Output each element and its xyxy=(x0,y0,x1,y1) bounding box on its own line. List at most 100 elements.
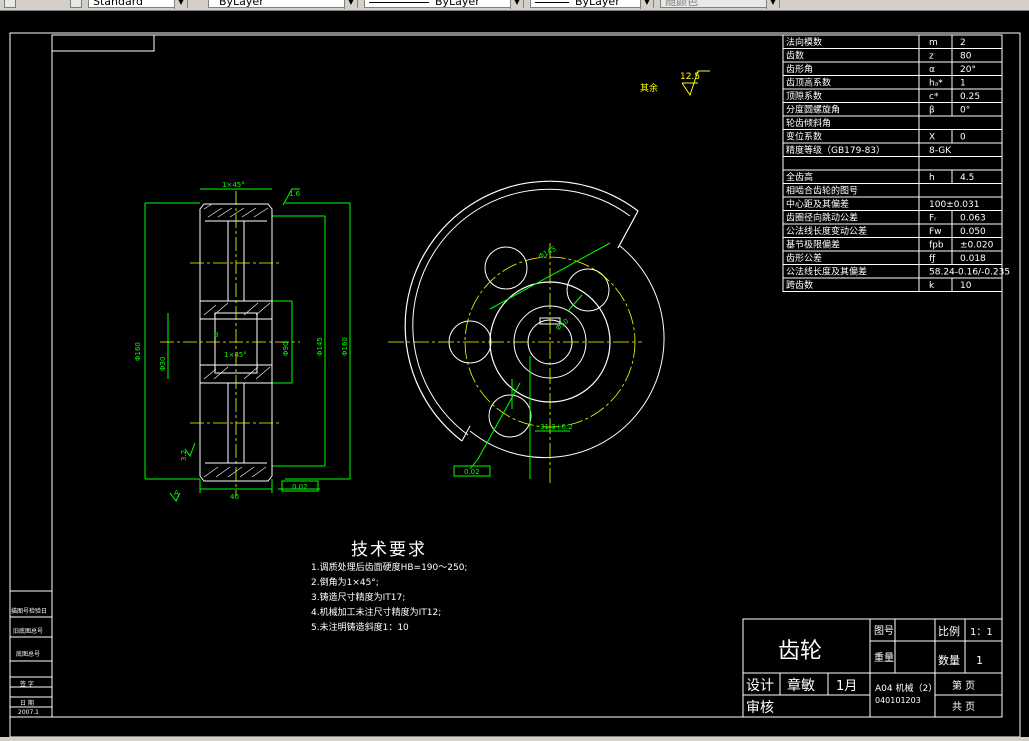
linetype-select[interactable]: ByLayer ▼ xyxy=(364,0,524,9)
properties-toolbar: Standard ▼ ByLayer ▼ ByLayer ▼ ByLayer ▼… xyxy=(0,0,1029,11)
designer-label: 设计 xyxy=(746,678,774,694)
datum-a-label: A xyxy=(174,489,179,497)
sidebar-year: 2007.1 xyxy=(18,709,39,716)
param-value: 100±0.031 xyxy=(929,200,979,210)
corner-box xyxy=(51,34,155,52)
param-symbol: β xyxy=(929,106,935,116)
param-label: 法向模数 xyxy=(786,36,822,48)
param-symbol: X xyxy=(929,133,935,143)
weight-label: 重量 xyxy=(874,651,894,664)
color-select[interactable]: 随颜色 ▼ xyxy=(660,0,780,9)
pitch-diameter-label: Φ145 xyxy=(316,337,324,356)
param-symbol: hₐ* xyxy=(929,79,943,89)
sidebar-drawing-label: 底图总号 xyxy=(16,650,40,658)
sidebar-date-label: 日 期 xyxy=(20,699,34,707)
part-name: 齿轮 xyxy=(778,639,822,664)
status-strip xyxy=(0,737,1029,741)
param-value: 80 xyxy=(960,52,972,62)
param-symbol: z xyxy=(929,52,934,62)
designer-name: 章敏 xyxy=(787,677,815,694)
sidebar-table: 描图号检验日 旧底图总号 底图总号 签 字 日 期 2007.1 xyxy=(9,590,53,718)
param-label: 齿数 xyxy=(786,50,804,62)
tech-requirement-item: 4.机械加工未注尺寸精度为IT12; xyxy=(311,608,442,618)
face-width-label: 40 xyxy=(230,493,239,501)
param-value: 20° xyxy=(960,65,976,75)
param-value: 58.24-0.16/-0.235 xyxy=(929,268,1010,278)
drawing-canvas[interactable]: 法向模数 m 2齿数 z 80齿形角 α 20°齿顶高系数 hₐ* 1顶隙系数 c* 0.25分度圆… xyxy=(0,11,1029,737)
hole-circle-label: Φ145 xyxy=(537,245,557,261)
layer-select[interactable]: ByLayer ▼ xyxy=(208,0,358,9)
param-value: 8-GK xyxy=(929,146,952,156)
param-symbol: h xyxy=(929,173,935,183)
design-date: 1月 xyxy=(836,679,857,694)
param-label: 轮齿倾斜角 xyxy=(786,117,831,129)
sidebar-check-label: 描图号检验日 xyxy=(11,607,47,615)
chevron-down-icon: ▼ xyxy=(174,0,187,9)
param-value: 0.063 xyxy=(960,214,986,224)
param-symbol: Fᵣ xyxy=(929,214,937,224)
class-info: A04 机械（2） xyxy=(875,682,937,694)
param-symbol: m xyxy=(929,38,938,48)
param-symbol: Fw xyxy=(929,227,942,237)
lineweight-select[interactable]: ByLayer ▼ xyxy=(530,0,654,9)
text-style-select[interactable]: Standard ▼ xyxy=(88,0,188,9)
quantity-value: 1 xyxy=(976,654,983,667)
tip-diameter-label: Φ160 xyxy=(341,337,349,356)
chevron-down-icon: ▼ xyxy=(510,0,523,9)
param-value: 0.018 xyxy=(960,254,986,264)
param-label: 齿圈径向跳动公差 xyxy=(786,212,858,224)
tech-requirement-item: 3.铸造尺寸精度为IT17; xyxy=(311,593,406,603)
roughness-32-label: 3.2 xyxy=(180,450,188,461)
drawing-frame xyxy=(51,34,1003,718)
roughness-other-label: 其余 xyxy=(640,82,658,94)
outer-diameter-label: Φ160 xyxy=(134,342,142,361)
param-label: 齿顶高系数 xyxy=(786,77,831,89)
param-value: 10 xyxy=(960,281,972,291)
lineweight-value: ByLayer xyxy=(575,0,620,8)
sidebar-old-drawing-label: 旧底图总号 xyxy=(13,627,43,635)
tolerance-value: 0.02 xyxy=(292,483,308,491)
param-symbol: α xyxy=(929,65,935,75)
scale-value: 1：1 xyxy=(970,627,993,638)
tech-requirements-title: 技术要求 xyxy=(351,540,427,560)
param-label: 中心距及其偏差 xyxy=(786,198,849,210)
page-label: 第 页 xyxy=(952,679,975,692)
param-label: 相啮合齿轮的图号 xyxy=(786,185,858,197)
linetype-value: ByLayer xyxy=(435,0,480,8)
hub-diameter-label: Φ90 xyxy=(282,342,290,356)
chevron-down-icon: ▼ xyxy=(766,0,779,9)
chevron-down-icon: ▼ xyxy=(344,0,357,9)
total-pages-label: 共 页 xyxy=(952,701,975,713)
hub-label: Φ50 xyxy=(554,317,570,332)
sheet-border xyxy=(9,32,1021,737)
param-value: 0° xyxy=(960,106,970,116)
drawing-number-label: 图号 xyxy=(874,625,894,637)
roughness-value: 12.5 xyxy=(680,72,700,82)
chamfer-top-label: 1×45° xyxy=(222,181,245,189)
param-value: 2 xyxy=(960,38,966,48)
runout-tolerance-value: 0.02 xyxy=(464,468,480,476)
sidebar-sign-label: 签 字 xyxy=(20,680,34,688)
color-value: 随颜色 xyxy=(665,0,698,8)
param-value: 1 xyxy=(960,79,966,89)
param-label: 精度等级（GB179-83） xyxy=(786,144,885,156)
param-label: 跨齿数 xyxy=(786,279,813,291)
student-number: 040101203 xyxy=(875,696,921,705)
param-value: ±0.020 xyxy=(960,241,994,251)
text-style-icon[interactable] xyxy=(4,0,16,8)
dimension-style-icon[interactable] xyxy=(70,0,82,8)
keyway-dimension: 31.3+0.2 xyxy=(540,423,573,431)
quantity-label: 数量 xyxy=(938,654,960,667)
web-width-label: 8 xyxy=(214,331,218,339)
linetype-preview xyxy=(369,1,429,3)
gear-section-view: 1×45° 1×45° 1.6 Φ160 Φ145 Φ160 Φ90 Φ30 4… xyxy=(134,181,351,502)
roughness-16-label: 1.6 xyxy=(289,190,301,198)
gear-front-view: 0.02 31.3+0.2 Φ145 Φ50 xyxy=(388,180,665,483)
param-label: 全齿高 xyxy=(786,171,813,183)
param-label: 分度圆螺旋角 xyxy=(786,104,840,116)
chevron-down-icon: ▼ xyxy=(640,0,653,9)
scale-label: 比例 xyxy=(938,624,960,638)
lineweight-preview xyxy=(535,1,569,3)
param-value: 4.5 xyxy=(960,173,974,183)
param-value: 0.25 xyxy=(960,92,980,102)
